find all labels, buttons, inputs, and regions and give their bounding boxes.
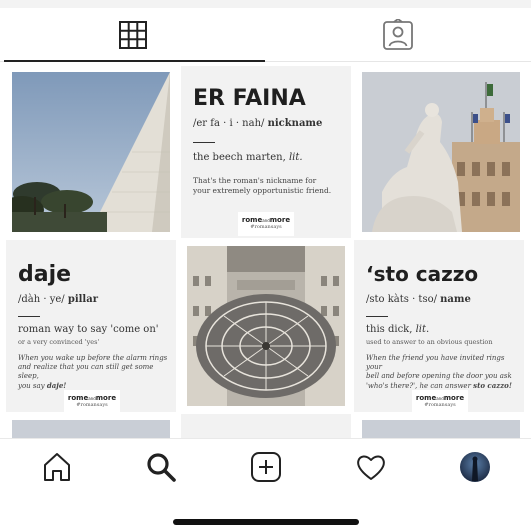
divider bbox=[18, 316, 40, 317]
divider bbox=[193, 142, 215, 143]
word-title: ‘sto cazzo bbox=[366, 262, 479, 286]
word-title: ER FAINA bbox=[193, 86, 306, 111]
rome-and-more-logo: romeandmore #romansays bbox=[64, 390, 120, 412]
definition: this dick, lit. bbox=[366, 324, 430, 335]
activity-heart-icon bbox=[357, 455, 385, 480]
phonetic: /dàh · ye/ pillar bbox=[18, 294, 98, 305]
sub-definition: or a very convinced 'yes' bbox=[18, 338, 100, 346]
phonetic: /sto kàts · tso/ name bbox=[366, 294, 471, 305]
bottom-navigation bbox=[0, 438, 531, 532]
divider bbox=[366, 316, 388, 317]
post-grid: ER FAINA /er fa · i · nah/ nickname the … bbox=[0, 62, 531, 438]
search-icon bbox=[147, 453, 176, 482]
post-partial-right[interactable] bbox=[362, 420, 520, 438]
tagged-icon bbox=[383, 19, 413, 50]
tab-grid[interactable] bbox=[0, 8, 265, 62]
grid-icon bbox=[118, 21, 147, 49]
post-er-faina[interactable]: ER FAINA /er fa · i · nah/ nickname the … bbox=[181, 66, 351, 238]
phonetic: /er fa · i · nah/ nickname bbox=[193, 118, 323, 129]
tab-tagged[interactable] bbox=[265, 8, 531, 62]
example-text: When the friend you have invited rings y… bbox=[366, 354, 512, 390]
profile-tabs bbox=[0, 8, 531, 62]
home-indicator[interactable] bbox=[173, 519, 359, 525]
note-line-1: That's the roman's nickname for bbox=[193, 176, 317, 185]
nav-home[interactable] bbox=[41, 451, 73, 483]
nav-profile[interactable] bbox=[459, 451, 491, 483]
definition: the beech marten, lit. bbox=[193, 152, 303, 163]
nav-new-post[interactable] bbox=[250, 451, 282, 483]
note-line-2: your extremely opportunistic friend. bbox=[193, 186, 332, 195]
nav-search[interactable] bbox=[145, 451, 177, 483]
rome-and-more-logo: romeandmore #romansays bbox=[412, 390, 468, 412]
post-partial-middle[interactable] bbox=[181, 414, 351, 438]
statue-photo[interactable] bbox=[362, 72, 520, 232]
post-partial-left[interactable] bbox=[12, 420, 170, 438]
definition: roman way to say 'come on' bbox=[18, 324, 159, 335]
profile-avatar bbox=[460, 452, 490, 482]
status-strip bbox=[0, 0, 531, 8]
piazza-aerial-photo[interactable] bbox=[187, 246, 345, 406]
word-title: daje bbox=[18, 262, 72, 287]
new-post-icon bbox=[251, 452, 281, 482]
sub-definition: used to answer to an obvious question bbox=[366, 338, 493, 346]
post-daje[interactable]: daje /dàh · ye/ pillar roman way to say … bbox=[6, 240, 176, 412]
pyramid-photo[interactable] bbox=[12, 72, 170, 232]
nav-activity[interactable] bbox=[355, 451, 387, 483]
home-icon bbox=[44, 453, 70, 481]
rome-and-more-logo: romeandmore #romansays bbox=[238, 212, 294, 236]
example-text: When you wake up before the alarm rings … bbox=[18, 354, 168, 390]
post-sto-cazzo[interactable]: ‘sto cazzo /sto kàts · tso/ name this di… bbox=[354, 240, 524, 412]
